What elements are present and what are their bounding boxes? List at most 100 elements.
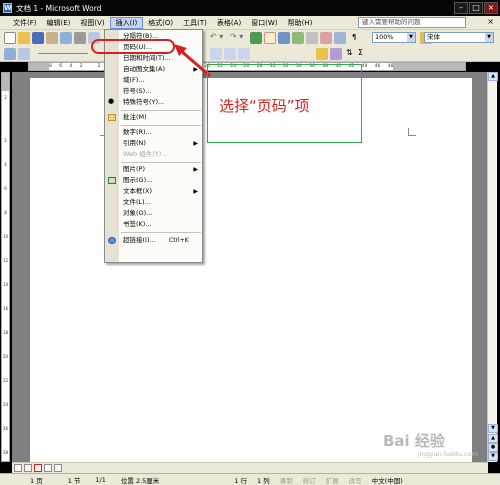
ruler-margin-right bbox=[393, 63, 465, 70]
menu-view[interactable]: 视图(V) bbox=[75, 17, 109, 29]
font-select[interactable]: 宋体 ▼ bbox=[424, 32, 494, 43]
submenu-arrow-icon: ▶ bbox=[193, 166, 198, 173]
menu-window[interactable]: 窗口(W) bbox=[246, 17, 282, 29]
hyperlink-icon[interactable] bbox=[250, 32, 262, 44]
status-track[interactable]: 修订 bbox=[298, 475, 321, 485]
reading-layout-view-icon[interactable] bbox=[54, 464, 62, 472]
status-extend[interactable]: 扩展 bbox=[321, 475, 344, 485]
close-button[interactable]: × bbox=[484, 2, 498, 14]
menu-item-reference[interactable]: 引用(N) ▶ bbox=[105, 138, 202, 149]
line-spacing-icon[interactable] bbox=[238, 48, 250, 60]
redo-icon[interactable]: ↷ ▾ bbox=[230, 32, 243, 41]
print-icon[interactable] bbox=[74, 32, 86, 44]
chevron-down-icon[interactable]: ▼ bbox=[485, 33, 493, 42]
baidu-watermark-logo: Bai 经验 bbox=[383, 432, 445, 450]
standard-toolbar: ↶ ▾ ↷ ▾ ¶ 100% ▼ 宋体 ▼ bbox=[0, 30, 500, 46]
chevron-down-icon[interactable]: ▼ bbox=[407, 33, 415, 42]
vertical-ruler[interactable]: 2 2 4 6 8 10 12 14 16 18 20 22 24 26 28 bbox=[1, 72, 10, 462]
styles-icon[interactable] bbox=[4, 47, 16, 60]
menu-item-web-component: Web 组件(Y)... bbox=[105, 149, 202, 160]
menu-item-object[interactable]: 对象(O)... bbox=[105, 208, 202, 219]
columns-icon[interactable] bbox=[306, 32, 318, 44]
menu-item-hyperlink[interactable]: 超链接(I)... Ctrl+K bbox=[105, 235, 202, 246]
previous-page-icon[interactable]: ▲ bbox=[488, 434, 498, 443]
print-layout-view-icon[interactable] bbox=[34, 464, 42, 472]
status-overtype[interactable]: 改写 bbox=[344, 475, 367, 485]
menu-item-label: 日期和时间(T)... bbox=[123, 54, 171, 62]
minimize-button[interactable]: – bbox=[454, 2, 468, 14]
menu-item-comment[interactable]: 批注(M) bbox=[105, 112, 202, 123]
status-language: 中文(中国) bbox=[371, 476, 403, 485]
next-page-icon[interactable]: ▼ bbox=[488, 452, 498, 461]
menu-item-special-symbol[interactable]: ● 特殊符号(Y)... bbox=[105, 97, 202, 108]
menu-item-label: 自动图文集(A) bbox=[123, 65, 166, 73]
document-map-icon[interactable] bbox=[334, 32, 346, 44]
menu-item-label: 特殊符号(Y)... bbox=[123, 98, 165, 106]
web-layout-view-icon[interactable] bbox=[24, 464, 32, 472]
menu-item-label: Web 组件(Y)... bbox=[123, 150, 168, 158]
justify-icon[interactable] bbox=[224, 48, 236, 60]
show-hide-icon[interactable]: ¶ bbox=[352, 33, 356, 41]
menu-item-label: 文本框(X) bbox=[123, 187, 153, 195]
help-search-input[interactable]: 键入需要帮助的问题 bbox=[358, 17, 466, 28]
menu-item-label: 超链接(I)... bbox=[123, 236, 156, 244]
select-browse-object-icon[interactable]: ● bbox=[488, 443, 498, 452]
menu-item-label: 数字(R)... bbox=[123, 128, 152, 136]
open-icon[interactable] bbox=[18, 32, 30, 44]
save-icon[interactable] bbox=[32, 32, 44, 44]
sum-icon[interactable]: Σ bbox=[358, 48, 363, 57]
window-title: 文档 1 - Microsoft Word bbox=[16, 3, 102, 13]
diagram-icon bbox=[108, 177, 116, 184]
maximize-button[interactable]: □ bbox=[469, 2, 483, 14]
crop-mark-top-right bbox=[408, 128, 416, 136]
highlight-ring bbox=[91, 39, 175, 54]
highlight-icon[interactable] bbox=[316, 48, 328, 60]
style-line bbox=[38, 53, 88, 54]
sort-icon[interactable]: ⇅ bbox=[346, 48, 353, 57]
scroll-up-icon[interactable]: ▲ bbox=[488, 72, 498, 81]
menu-item-picture[interactable]: 图片(P) ▶ bbox=[105, 164, 202, 175]
drawing-icon[interactable] bbox=[320, 32, 332, 44]
menu-item-number[interactable]: 数字(R)... bbox=[105, 127, 202, 138]
tables-borders-icon[interactable] bbox=[264, 32, 276, 44]
window-controls: – □ × bbox=[454, 2, 498, 14]
menu-item-label: 图片(P) bbox=[123, 165, 145, 173]
horizontal-scrollbar[interactable] bbox=[12, 462, 488, 473]
menu-insert[interactable]: 插入(I) bbox=[109, 16, 144, 29]
email-icon[interactable] bbox=[60, 32, 72, 44]
menu-item-text-box[interactable]: 文本框(X) ▶ bbox=[105, 186, 202, 197]
chart-icon[interactable] bbox=[330, 48, 342, 60]
new-document-icon[interactable] bbox=[4, 32, 16, 44]
menu-item-diagram[interactable]: 图示(G)... bbox=[105, 175, 202, 186]
bullet-icon: ● bbox=[108, 97, 115, 105]
normal-view-icon[interactable] bbox=[14, 464, 22, 472]
permission-icon[interactable] bbox=[46, 32, 58, 44]
menu-file[interactable]: 文件(F) bbox=[8, 17, 42, 29]
menu-table[interactable]: 表格(A) bbox=[212, 17, 246, 29]
menu-help[interactable]: 帮助(H) bbox=[283, 17, 318, 29]
menu-item-label: 符号(S)... bbox=[123, 87, 152, 95]
document-close-icon[interactable]: × bbox=[487, 17, 494, 26]
insert-excel-icon[interactable] bbox=[292, 32, 304, 44]
status-record[interactable]: 录制 bbox=[275, 475, 298, 485]
menu-item-bookmark[interactable]: 书签(K)... bbox=[105, 219, 202, 230]
menu-format[interactable]: 格式(O) bbox=[143, 17, 178, 29]
format-painter-icon[interactable] bbox=[18, 47, 30, 60]
globe-link-icon bbox=[108, 237, 116, 244]
ruler-margin-left bbox=[29, 63, 49, 70]
menu-separator bbox=[121, 110, 201, 111]
outline-view-icon[interactable] bbox=[44, 464, 52, 472]
scroll-down-icon[interactable]: ▼ bbox=[488, 424, 498, 433]
menu-item-symbol[interactable]: 符号(S)... bbox=[105, 86, 202, 97]
menu-item-file[interactable]: 文件(L)... bbox=[105, 197, 202, 208]
status-page: 1 页 bbox=[30, 476, 43, 485]
menu-item-label: 批注(M) bbox=[123, 113, 147, 121]
vertical-scrollbar[interactable]: ▲ ▼ ▲ ● ▼ bbox=[487, 72, 498, 462]
font-value: 宋体 bbox=[427, 33, 440, 41]
zoom-select[interactable]: 100% ▼ bbox=[372, 32, 416, 43]
insert-table-icon[interactable] bbox=[278, 32, 290, 44]
zoom-value: 100% bbox=[375, 33, 394, 41]
menu-tools[interactable]: 工具(T) bbox=[178, 17, 212, 29]
menu-edit[interactable]: 编辑(E) bbox=[42, 17, 76, 29]
word-app-icon[interactable]: W bbox=[3, 3, 12, 13]
